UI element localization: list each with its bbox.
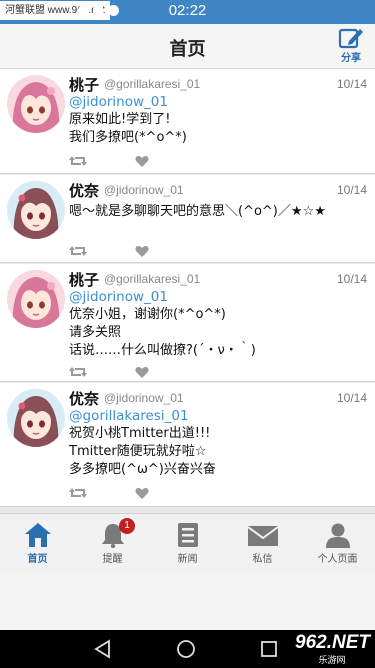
notification-badge: 1: [119, 518, 135, 534]
app-screen: 河蟹联盟 www.962.net 02:22 首页 分享 桃子 @gorilla…: [0, 0, 375, 668]
tab-label: 个人页面: [317, 554, 358, 565]
post-text: @jidorinow_01 原来如此!学到了! 我们多撩吧(*^o^*): [69, 93, 187, 147]
post-author-handle: @jidorinow_01: [104, 183, 184, 197]
home-circle-icon[interactable]: [176, 639, 196, 659]
post-author-name: 桃子: [69, 76, 100, 94]
back-icon[interactable]: [93, 639, 113, 659]
post-text-line: Tmitter随便玩就好啦☆: [69, 444, 207, 459]
tab-label: 新闻: [177, 554, 198, 565]
post-actions: [69, 485, 149, 504]
post-actions: [69, 243, 149, 262]
avatar[interactable]: [7, 389, 65, 447]
post-text-line: 我们多撩吧(*^o^*): [69, 130, 187, 145]
post-text: @gorillakaresi_01 祝贺小桃Tmitter出道!!! Tmitt…: [69, 407, 216, 479]
avatar[interactable]: [7, 75, 65, 133]
home-icon: [24, 523, 51, 547]
post-author-handle: @gorillakaresi_01: [104, 77, 201, 91]
post-text-line: 祝贺小桃Tmitter出道!!!: [69, 426, 211, 441]
tab-home[interactable]: 首页: [0, 514, 75, 573]
like-heart-icon[interactable]: [135, 364, 149, 383]
retweet-icon[interactable]: [69, 485, 87, 504]
status-time: 02:22: [168, 2, 207, 19]
share-button[interactable]: 分享: [335, 26, 367, 66]
post-card[interactable]: 桃子 @gorillakaresi_01 10/14 @jidorinow_01…: [0, 264, 375, 382]
post-text: @jidorinow_01 优奈小姐，谢谢你(*^o^*) 请多关照 话说……什…: [69, 288, 256, 360]
bottom-tab-bar: 首页 1 提醒 新闻 私信 个人页面: [0, 513, 375, 573]
like-heart-icon[interactable]: [135, 243, 149, 262]
person-icon: [325, 523, 350, 548]
blank-area: [0, 573, 375, 630]
like-heart-icon[interactable]: [135, 153, 149, 172]
status-bar: 河蟹联盟 www.962.net 02:22: [0, 0, 375, 24]
post-text-line: 请多关照: [69, 325, 122, 340]
tab-profile[interactable]: 个人页面: [300, 514, 375, 573]
post-date: 10/14: [336, 272, 367, 286]
avatar[interactable]: [7, 270, 65, 328]
tab-label: 提醒: [102, 554, 123, 565]
post-text-line: 话说……什么叫做撩?(´・ν・｀): [69, 343, 256, 358]
title-bar: 首页 分享: [0, 24, 375, 69]
news-icon: [177, 523, 198, 547]
post-actions: [69, 153, 149, 172]
post-text-line: 嗯～就是多聊聊天吧的意思＼(^o^)／★☆★: [69, 204, 326, 219]
post-mention-link[interactable]: @gorillakaresi_01: [69, 407, 216, 425]
mail-icon: [246, 526, 279, 546]
post-date: 10/14: [336, 391, 367, 405]
corner-watermark: 962.NET 乐游网: [295, 632, 370, 666]
post-author-name: 优奈: [69, 390, 100, 408]
recents-icon[interactable]: [259, 639, 279, 659]
retweet-icon[interactable]: [69, 153, 87, 172]
edit-icon: [338, 28, 363, 49]
post-text-line: 优奈小姐，谢谢你(*^o^*): [69, 307, 226, 322]
system-nav-bar: 962.NET 乐游网: [0, 630, 375, 668]
post-mention-link[interactable]: @jidorinow_01: [69, 288, 256, 306]
post-text: 嗯～就是多聊聊天吧的意思＼(^o^)／★☆★: [69, 203, 326, 221]
tab-label: 首页: [27, 554, 48, 565]
tab-messages[interactable]: 私信: [225, 514, 300, 573]
post-date: 10/14: [336, 183, 367, 197]
tab-notifications[interactable]: 1 提醒: [75, 514, 150, 573]
watermark-number: 962.NET: [295, 632, 370, 653]
post-card[interactable]: 桃子 @gorillakaresi_01 10/14 @jidorinow_01…: [0, 69, 375, 174]
timeline-feed[interactable]: 桃子 @gorillakaresi_01 10/14 @jidorinow_01…: [0, 69, 375, 513]
tab-news[interactable]: 新闻: [150, 514, 225, 573]
like-heart-icon[interactable]: [135, 485, 149, 504]
post-author-name: 桃子: [69, 271, 100, 289]
avatar[interactable]: [7, 181, 65, 239]
retweet-icon[interactable]: [69, 243, 87, 262]
post-author-handle: @gorillakaresi_01: [104, 272, 201, 286]
post-text-line: 原来如此!学到了!: [69, 112, 171, 127]
post-author-handle: @jidorinow_01: [104, 391, 184, 405]
page-title: 首页: [169, 39, 206, 60]
tab-label: 私信: [252, 554, 273, 565]
watermark-site: 乐游网: [318, 656, 346, 666]
post-mention-link[interactable]: @jidorinow_01: [69, 93, 187, 111]
post-date: 10/14: [336, 77, 367, 91]
retweet-icon[interactable]: [69, 364, 87, 383]
post-card[interactable]: 优奈 @jidorinow_01 10/14 嗯～就是多聊聊天吧的意思＼(^o^…: [0, 175, 375, 263]
post-text-line: 多多撩吧(^ω^)兴奋兴奋: [69, 462, 216, 477]
post-card[interactable]: 优奈 @jidorinow_01 10/14 @gorillakaresi_01…: [0, 383, 375, 507]
post-author-name: 优奈: [69, 182, 100, 200]
share-label: 分享: [341, 53, 361, 64]
post-actions: [69, 364, 149, 383]
